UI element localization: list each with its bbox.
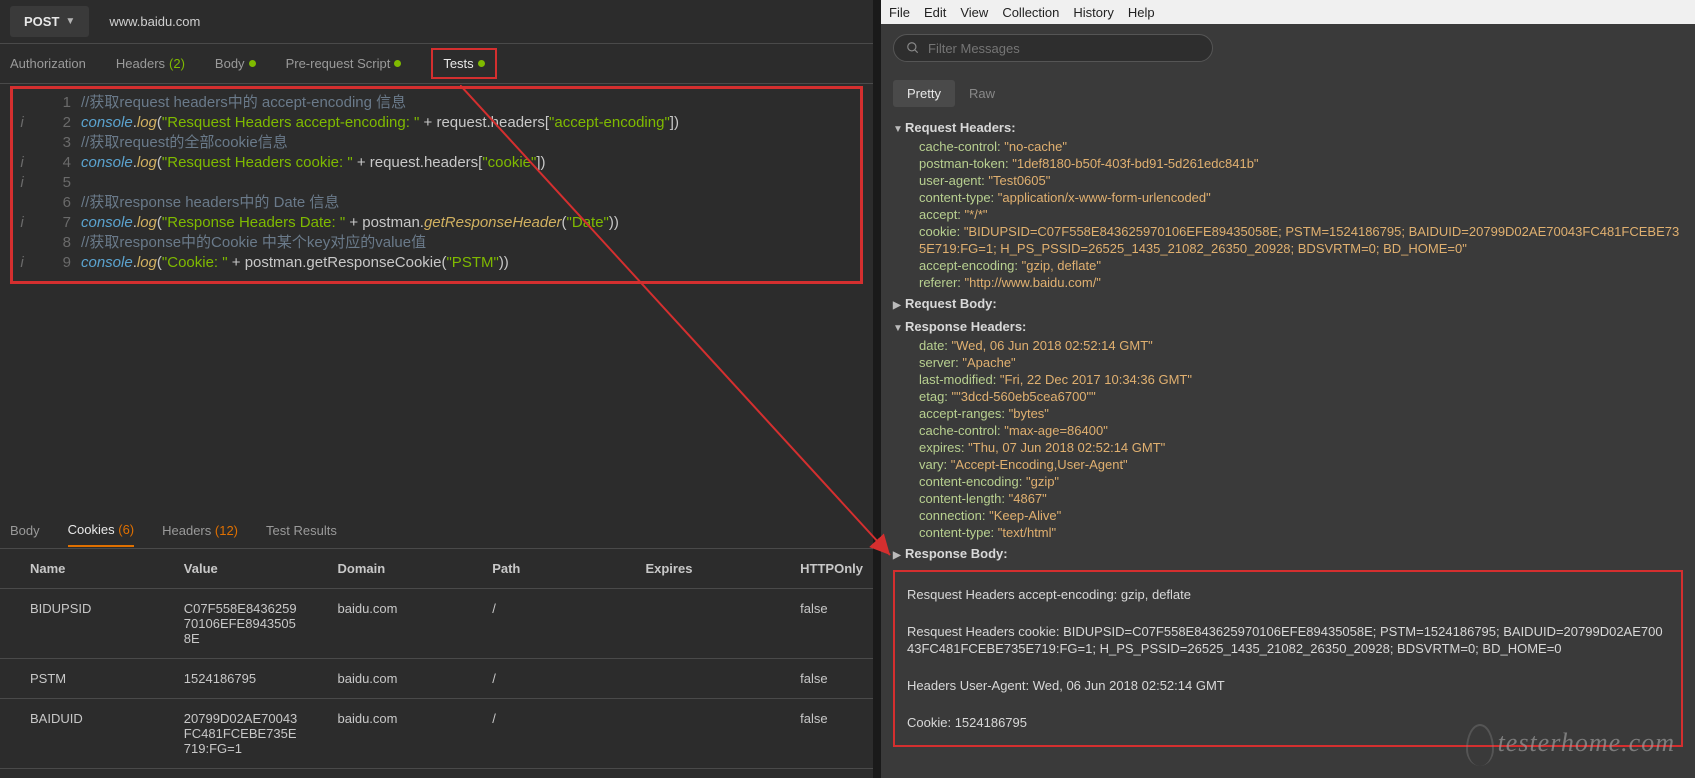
col-path: Path <box>462 549 615 589</box>
section-response-body[interactable]: ▶Response Body: <box>893 545 1683 564</box>
btn-raw[interactable]: Raw <box>955 80 1009 107</box>
resp-tab-cookies[interactable]: Cookies (6) <box>68 514 134 547</box>
console-log-line: Resquest Headers accept-encoding: gzip, … <box>895 582 1681 607</box>
code-line-6: //获取response headers中的 Date 信息 <box>81 194 339 211</box>
table-row: H_PS_PSSID26525_1435_21082_26350_20928ba… <box>0 769 873 778</box>
menu-help[interactable]: Help <box>1128 5 1155 20</box>
header-kv: cookie: "BIDUPSID=C07F558E843625970106EF… <box>893 223 1683 257</box>
tab-prerequest[interactable]: Pre-request Script <box>286 56 402 71</box>
code-line-1: //获取request headers中的 accept-encoding 信息 <box>81 94 406 111</box>
header-kv: expires: "Thu, 07 Jun 2018 02:52:14 GMT" <box>893 439 1683 456</box>
tab-authorization[interactable]: Authorization <box>10 56 86 71</box>
headers-count: (2) <box>169 56 185 71</box>
header-kv: accept: "*/*" <box>893 206 1683 223</box>
response-tabs: Body Cookies (6) Headers (12) Test Resul… <box>0 513 873 549</box>
tab-tests[interactable]: Tests <box>431 48 496 79</box>
filter-messages[interactable] <box>893 34 1213 62</box>
request-url[interactable]: www.baidu.com <box>109 14 200 29</box>
col-expires: Expires <box>615 549 770 589</box>
header-kv: content-type: "text/html" <box>893 524 1683 541</box>
header-kv: content-length: "4867" <box>893 490 1683 507</box>
col-value: Value <box>154 549 308 589</box>
triangle-right-icon: ▶ <box>893 297 905 314</box>
section-request-headers[interactable]: ▼Request Headers: <box>893 119 1683 138</box>
header-kv: postman-token: "1def8180-b50f-403f-bd91-… <box>893 155 1683 172</box>
resp-headers-count: (12) <box>215 523 238 538</box>
header-kv: accept-ranges: "bytes" <box>893 405 1683 422</box>
chevron-down-icon: ▼ <box>65 16 75 27</box>
menu-edit[interactable]: Edit <box>924 5 946 20</box>
postman-request-panel: POST ▼ www.baidu.com Authorization Heade… <box>0 0 873 778</box>
cookies-table: Name Value Domain Path Expires HTTPOnly … <box>0 549 873 778</box>
http-method-label: POST <box>24 14 59 29</box>
request-tabs: Authorization Headers (2) Body Pre-reque… <box>0 44 873 84</box>
tab-headers[interactable]: Headers (2) <box>116 56 185 71</box>
menu-collection[interactable]: Collection <box>1002 5 1059 20</box>
table-row: BAIDUID20799D02AE70043FC481FCEBE735E719:… <box>0 699 873 769</box>
table-row: PSTM1524186795baidu.com/false <box>0 659 873 699</box>
section-request-body[interactable]: ▶Request Body: <box>893 295 1683 314</box>
header-kv: server: "Apache" <box>893 354 1683 371</box>
col-httponly: HTTPOnly <box>770 549 873 589</box>
watermark: testerhome.com <box>1466 724 1675 766</box>
console-log-line: Headers User-Agent: Wed, 06 Jun 2018 02:… <box>895 673 1681 698</box>
triangle-right-icon: ▶ <box>893 547 905 564</box>
resp-tab-headers[interactable]: Headers (12) <box>162 515 238 546</box>
header-kv: content-encoding: "gzip" <box>893 473 1683 490</box>
btn-pretty[interactable]: Pretty <box>893 80 955 107</box>
triangle-down-icon: ▼ <box>893 121 905 138</box>
header-kv: last-modified: "Fri, 22 Dec 2017 10:34:3… <box>893 371 1683 388</box>
header-kv: cache-control: "no-cache" <box>893 138 1683 155</box>
header-kv: date: "Wed, 06 Jun 2018 02:52:14 GMT" <box>893 337 1683 354</box>
header-kv: etag: ""3dcd-560eb5cea6700"" <box>893 388 1683 405</box>
triangle-down-icon: ▼ <box>893 320 905 337</box>
header-kv: vary: "Accept-Encoding,User-Agent" <box>893 456 1683 473</box>
dot-icon <box>478 60 485 67</box>
search-icon <box>906 41 920 55</box>
section-response-headers[interactable]: ▼Response Headers: <box>893 318 1683 337</box>
http-method-dropdown[interactable]: POST ▼ <box>10 6 89 37</box>
console-log-highlight: Resquest Headers accept-encoding: gzip, … <box>893 570 1683 747</box>
tests-code-editor[interactable]: 1//获取request headers中的 accept-encoding 信… <box>13 89 860 281</box>
dot-icon <box>249 60 256 67</box>
col-name: Name <box>0 549 154 589</box>
menu-file[interactable]: File <box>889 5 910 20</box>
filter-input[interactable] <box>928 41 1200 56</box>
header-kv: content-type: "application/x-www-form-ur… <box>893 189 1683 206</box>
header-kv: referer: "http://www.baidu.com/" <box>893 274 1683 291</box>
console-menubar: File Edit View Collection History Help <box>881 0 1695 24</box>
console-log-line: Resquest Headers cookie: BIDUPSID=C07F55… <box>895 619 1681 661</box>
request-bar: POST ▼ www.baidu.com <box>0 0 873 44</box>
console-output: ▼Request Headers: cache-control: "no-cac… <box>881 115 1695 778</box>
console-toolbar <box>881 24 1695 72</box>
menu-history[interactable]: History <box>1073 5 1113 20</box>
code-line-8: //获取response中的Cookie 中某个key对应的value值 <box>81 234 426 251</box>
col-domain: Domain <box>308 549 463 589</box>
header-kv: connection: "Keep-Alive" <box>893 507 1683 524</box>
postman-console-panel: File Edit View Collection History Help P… <box>873 0 1695 778</box>
tab-body[interactable]: Body <box>215 56 256 71</box>
menu-view[interactable]: View <box>960 5 988 20</box>
code-line-3: //获取request的全部cookie信息 <box>81 134 288 151</box>
header-kv: cache-control: "max-age=86400" <box>893 422 1683 439</box>
dot-icon <box>394 60 401 67</box>
resp-tab-testresults[interactable]: Test Results <box>266 515 337 546</box>
header-kv: user-agent: "Test0605" <box>893 172 1683 189</box>
resp-tab-body[interactable]: Body <box>10 515 40 546</box>
view-mode-tabs: Pretty Raw <box>881 72 1695 115</box>
cookies-count: (6) <box>118 522 134 537</box>
tests-editor-highlight: 1//获取request headers中的 accept-encoding 信… <box>10 86 863 284</box>
header-kv: accept-encoding: "gzip, deflate" <box>893 257 1683 274</box>
table-row: BIDUPSIDC07F558E843625970106EFE89435058E… <box>0 589 873 659</box>
